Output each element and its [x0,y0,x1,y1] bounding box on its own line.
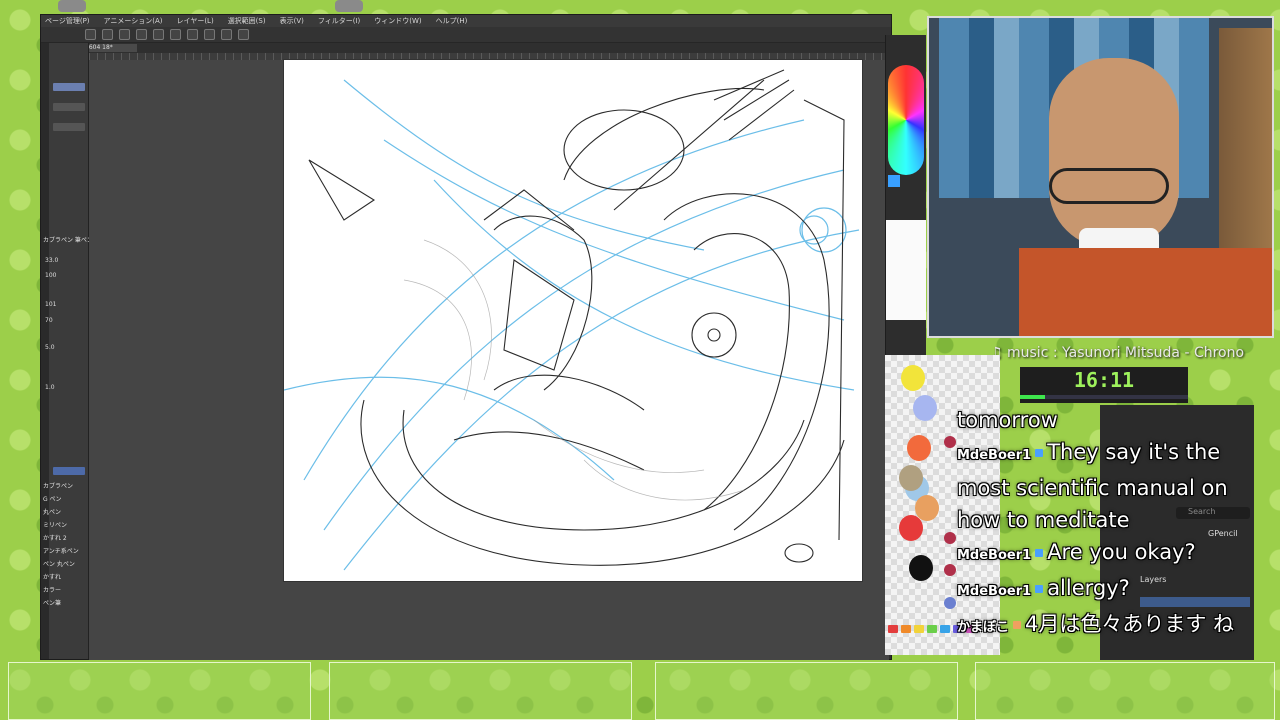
bottom-frame-tiles [0,660,1280,720]
timer-value: 16:11 [1073,368,1135,392]
drawing-canvas[interactable] [284,60,862,581]
settings-icon[interactable] [170,29,181,40]
color-swatch[interactable] [888,625,898,633]
navigator-thumbnail [886,220,926,320]
user-badge-icon [1035,449,1044,457]
menu-item-layer[interactable]: レイヤー(L) [177,16,214,26]
palette-color-blob[interactable] [909,555,933,581]
timer-widget: 16:11 [1020,367,1188,403]
transform-icon[interactable] [204,29,215,40]
chat-message: かまぼこ 4月は色々あります ね [957,608,1257,644]
palette-color-blob[interactable] [899,465,923,491]
timer-track [1020,395,1188,399]
chat-username: MdeBoer1 [957,448,1032,463]
chat-avatar [944,532,956,544]
panel-row[interactable] [53,103,85,111]
panel-row[interactable] [53,123,85,131]
menu-item-window[interactable]: ウィンドウ(W) [374,16,421,26]
chat-message: MdeBoer1 Are you okay? [957,536,1257,572]
subtool-item[interactable]: カブラペン [43,481,73,490]
document-tab[interactable]: 2604 18* [83,44,137,52]
now-playing-label: ♫ music : Yasunori Mitsuda - Chrono [990,345,1245,361]
redo-icon[interactable] [153,29,164,40]
bottom-tile [655,662,958,720]
fill-icon[interactable] [187,29,198,40]
horizontal-ruler [89,53,889,60]
correction-value[interactable]: 70 [45,317,53,324]
user-badge-icon [1035,549,1044,557]
color-swatch[interactable] [901,625,911,633]
menu-bar: ページ管理(P) アニメーション(A) レイヤー(L) 選択範囲(S) 表示(V… [41,15,891,27]
chat-message: tomorrow [957,404,1257,436]
save-icon[interactable] [119,29,130,40]
color-swatch[interactable] [940,625,950,633]
streamer-sweater [1019,248,1272,336]
color-wheel[interactable] [888,65,924,175]
bottom-tile [329,662,632,720]
subtool-item[interactable]: かすれ [43,572,61,581]
chat-text: allergy? [1047,576,1130,600]
subtool-header [53,467,85,475]
undo-icon[interactable] [136,29,147,40]
subtool-item[interactable]: G ペン [43,494,62,503]
streamer-head [1049,58,1179,248]
ruler-icon[interactable] [238,29,249,40]
spacing-value[interactable]: 1.0 [45,384,55,391]
chat-overlay: tomorrow MdeBoer1 They say it's the most … [957,404,1257,644]
chat-message: MdeBoer1 They say it's the most scientifi… [957,436,1257,536]
tool-property-panel: カブラペン 筆ペン 33.0 100 101 70 5.0 1.0 カブラペン … [41,43,93,659]
chat-avatar [944,597,956,609]
chat-avatar [944,564,956,576]
chat-message: MdeBoer1 allergy? [957,572,1257,608]
command-toolbar [41,27,891,43]
opacity-value[interactable]: 100 [45,272,56,279]
chat-username: かまぼこ [957,620,1010,635]
new-file-icon[interactable] [85,29,96,40]
subtool-item[interactable]: 丸ペン [43,507,61,516]
color-swatch[interactable] [927,625,937,633]
chat-username: MdeBoer1 [957,548,1032,563]
subtool-item[interactable]: かすれ 2 [43,533,67,542]
palette-color-blob[interactable] [913,395,937,421]
palette-color-blob[interactable] [899,515,923,541]
stabilization-value[interactable]: 5.0 [45,344,55,351]
user-badge-icon [1013,621,1022,629]
subtool-item[interactable]: ペン 丸ペン [43,559,75,568]
bottom-tile [975,662,1275,720]
menu-item-filter[interactable]: フィルター(I) [318,16,360,26]
color-swatch[interactable] [914,625,924,633]
palette-color-blob[interactable] [907,435,931,461]
pixel-sprite-left [58,0,86,12]
user-badge-icon [1035,585,1044,593]
subtool-item[interactable]: アンチ系ペン [43,546,79,555]
brush-size-value[interactable]: 33.0 [45,257,58,264]
subtool-item[interactable]: ミリペン [43,520,67,529]
menu-item-animation[interactable]: アニメーション(A) [104,16,163,26]
palette-color-blob[interactable] [901,365,925,391]
panel-row[interactable] [53,83,85,91]
chat-username: MdeBoer1 [957,584,1032,599]
subtool-item[interactable]: カラー [43,585,61,594]
webcam-feed [927,16,1274,338]
pixel-sprite-right [335,0,363,12]
glasses [1049,168,1169,204]
menu-item-view[interactable]: 表示(V) [280,16,304,26]
menu-item-selection[interactable]: 選択範囲(S) [228,16,266,26]
brush-panel-title: カブラペン 筆ペン [43,237,93,244]
menu-item-help[interactable]: ヘルプ(H) [436,16,468,26]
menu-item-page[interactable]: ページ管理(P) [45,16,90,26]
density-value[interactable]: 101 [45,301,56,308]
pen-icon[interactable] [221,29,232,40]
chat-text: 4月は色々あります ね [1025,612,1235,636]
timer-progress-bar [1020,395,1046,399]
chat-text: tomorrow [957,408,1058,432]
open-file-icon[interactable] [102,29,113,40]
bottom-tile [8,662,311,720]
chat-text: Are you okay? [1047,540,1196,564]
chat-avatar [944,436,956,448]
subtool-item[interactable]: ペン筆 [43,598,61,607]
current-color-swatch[interactable] [888,175,900,187]
sketch-artwork [284,69,860,571]
